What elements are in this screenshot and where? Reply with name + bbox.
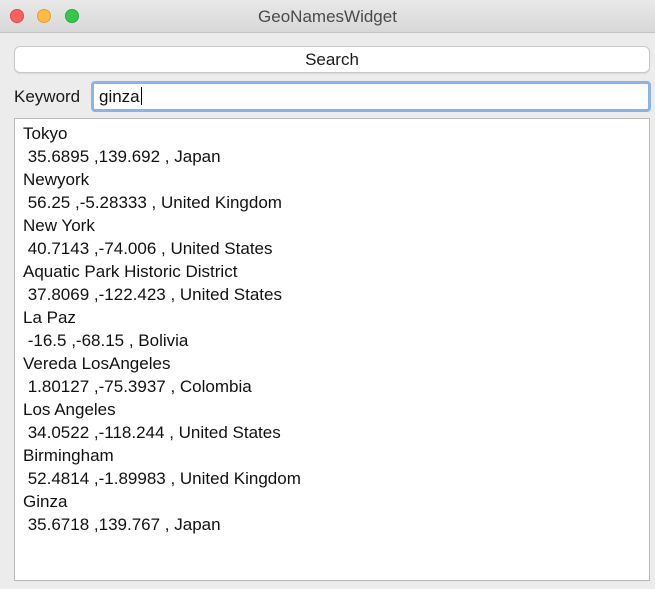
result-name: La Paz	[23, 308, 76, 327]
result-name: Aquatic Park Historic District	[23, 262, 238, 281]
result-name: Ginza	[23, 492, 68, 511]
results-list[interactable]: Tokyo 35.6895 ,139.692 , Japan Newyork 5…	[14, 118, 650, 581]
list-item[interactable]: Vereda LosAngeles 1.80127 ,-75.3937 , Co…	[15, 352, 649, 398]
list-item[interactable]: Ginza 35.6718 ,139.767 , Japan	[15, 490, 649, 536]
result-detail: -16.5 ,-68.15 , Bolivia	[23, 331, 189, 350]
text-caret	[140, 87, 142, 105]
result-name: New York	[23, 216, 95, 235]
app-window: GeoNamesWidget Search Keyword ginza Toky…	[0, 0, 655, 589]
result-detail: 40.7143 ,-74.006 , United States	[23, 239, 273, 258]
keyword-input-value: ginza	[99, 87, 140, 106]
list-item[interactable]: New York 40.7143 ,-74.006 , United State…	[15, 214, 649, 260]
keyword-label: Keyword	[14, 87, 81, 106]
result-detail: 52.4814 ,-1.89983 , United Kingdom	[23, 469, 301, 488]
result-detail: 35.6718 ,139.767 , Japan	[23, 515, 221, 534]
list-item[interactable]: Tokyo 35.6895 ,139.692 , Japan	[15, 122, 649, 168]
list-item[interactable]: Aquatic Park Historic District 37.8069 ,…	[15, 260, 649, 306]
result-detail: 56.25 ,-5.28333 , United Kingdom	[23, 193, 282, 212]
title-bar[interactable]: GeoNamesWidget	[0, 0, 655, 33]
result-name: Birmingham	[23, 446, 114, 465]
result-name: Los Angeles	[23, 400, 116, 419]
result-detail: 37.8069 ,-122.423 , United States	[23, 285, 282, 304]
search-button[interactable]: Search	[14, 46, 650, 73]
list-item[interactable]: La Paz -16.5 ,-68.15 , Bolivia	[15, 306, 649, 352]
list-item[interactable]: Newyork 56.25 ,-5.28333 , United Kingdom	[15, 168, 649, 214]
list-item[interactable]: Birmingham 52.4814 ,-1.89983 , United Ki…	[15, 444, 649, 490]
result-detail: 35.6895 ,139.692 , Japan	[23, 147, 221, 166]
result-name: Newyork	[23, 170, 90, 189]
window-title: GeoNamesWidget	[258, 7, 397, 26]
result-name: Vereda LosAngeles	[23, 354, 171, 373]
result-name: Tokyo	[23, 124, 68, 143]
keyword-input[interactable]: ginza	[91, 81, 651, 112]
result-detail: 1.80127 ,-75.3937 , Colombia	[23, 377, 252, 396]
result-detail: 34.0522 ,-118.244 , United States	[23, 423, 281, 442]
list-item[interactable]: Los Angeles 34.0522 ,-118.244 , United S…	[15, 398, 649, 444]
